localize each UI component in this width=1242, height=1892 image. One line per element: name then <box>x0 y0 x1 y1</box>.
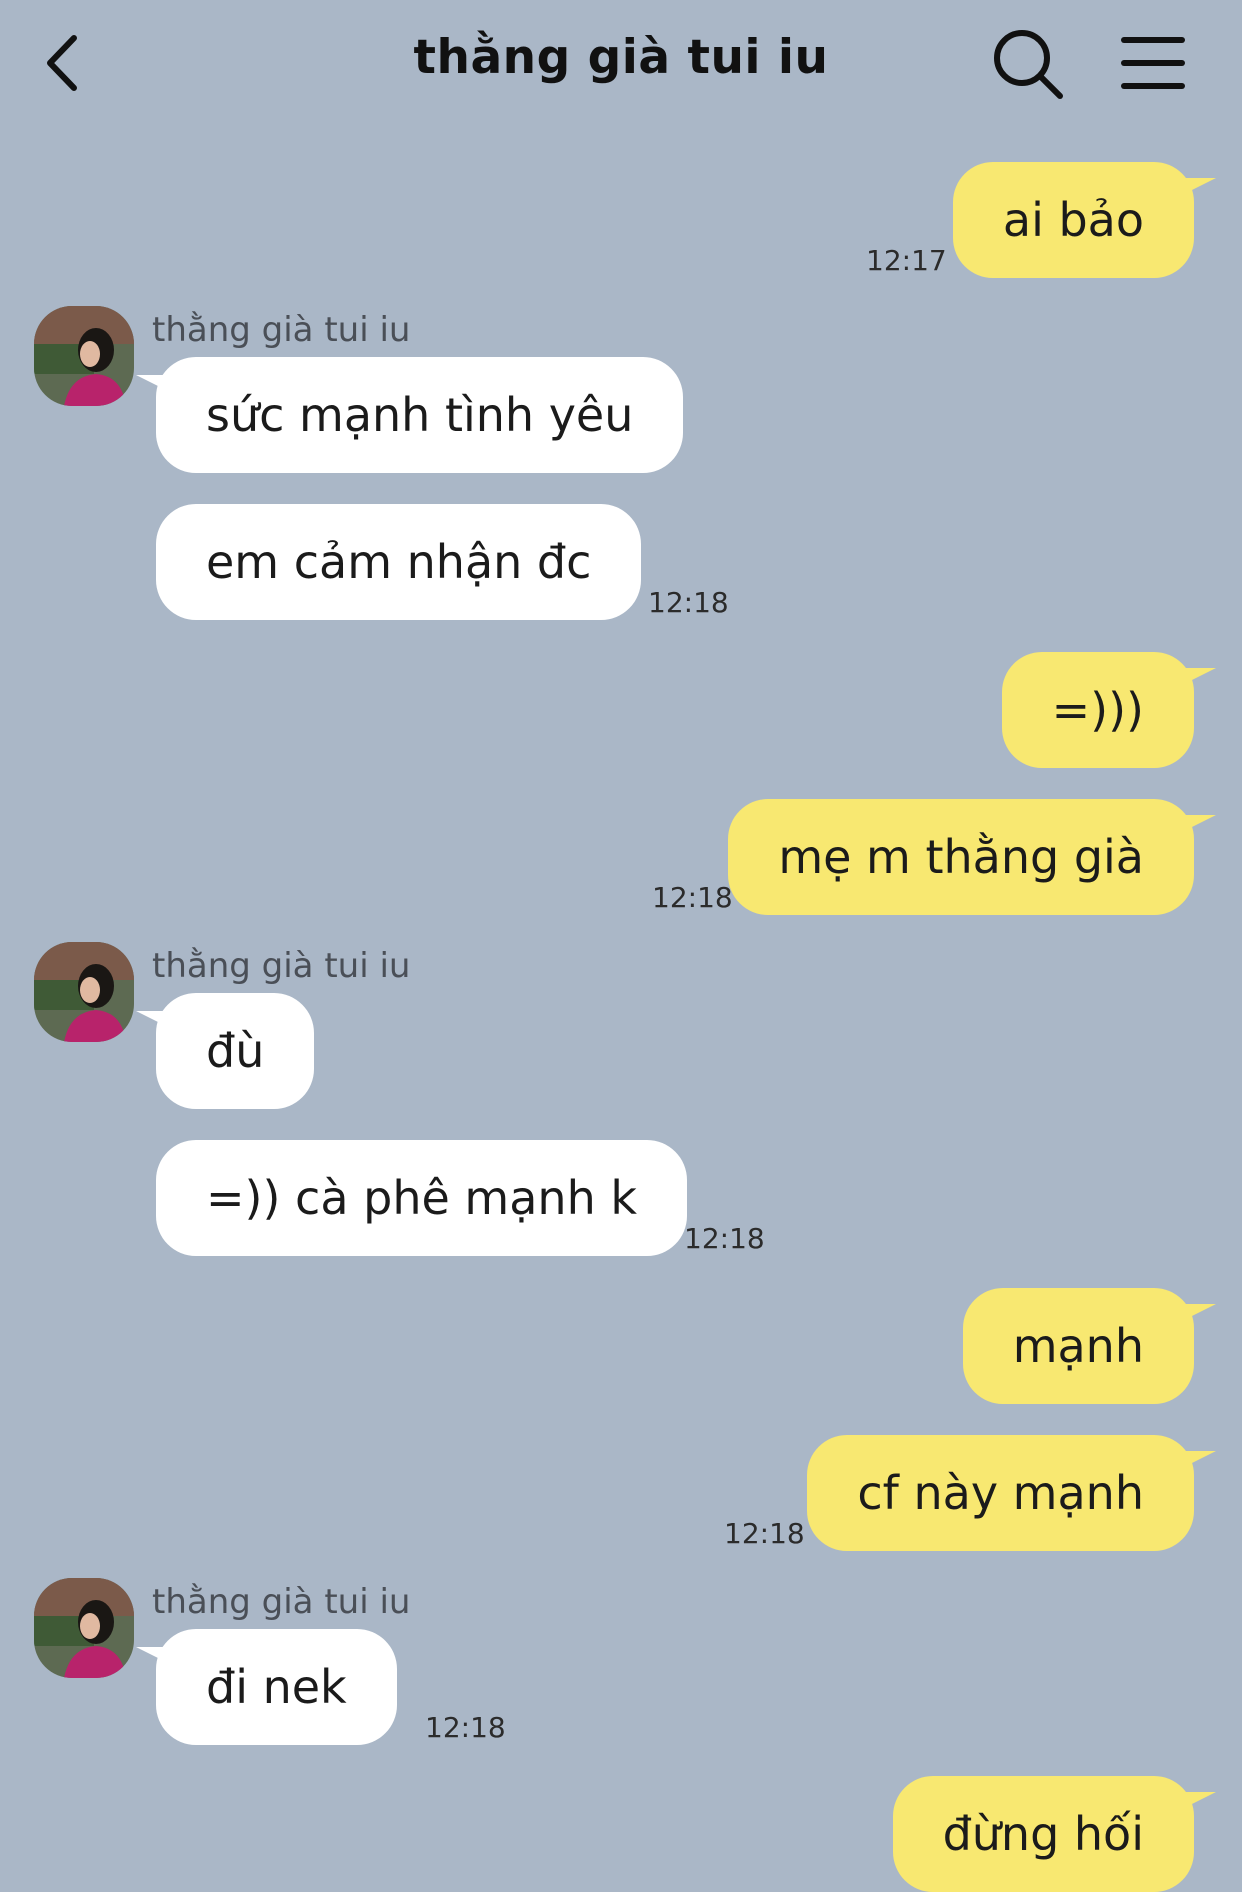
avatar-photo <box>34 942 134 1042</box>
contact-avatar[interactable] <box>34 306 134 406</box>
chat-screen: thằng già tui iu ai bảo 12:17 thằng già … <box>0 0 1242 1892</box>
avatar-photo <box>34 306 134 406</box>
menu-button[interactable] <box>1118 32 1188 94</box>
message-time: 12:18 <box>724 1517 805 1550</box>
outgoing-message[interactable]: mạnh <box>962 1288 1217 1404</box>
outgoing-message[interactable]: mẹ m thằng già <box>728 799 1216 915</box>
message-time: 12:18 <box>652 881 733 914</box>
message-time: 12:18 <box>684 1222 765 1255</box>
sender-name: thằng già tui iu <box>152 1582 411 1622</box>
outgoing-message[interactable]: ai bảo <box>952 162 1217 278</box>
avatar-photo <box>34 1578 134 1678</box>
contact-avatar[interactable] <box>34 1578 134 1678</box>
message-time: 12:18 <box>648 586 729 619</box>
chat-header: thằng già tui iu <box>0 0 1242 130</box>
outgoing-message[interactable]: cf này mạnh <box>807 1435 1216 1551</box>
search-icon <box>994 30 1063 99</box>
sender-name: thằng già tui iu <box>152 310 411 350</box>
message-time: 12:18 <box>425 1711 506 1744</box>
incoming-message[interactable]: em cảm nhận đc <box>156 504 642 620</box>
incoming-message[interactable]: =)) cà phê mạnh k <box>156 1140 688 1256</box>
outgoing-message[interactable]: đừng hối <box>892 1776 1217 1892</box>
search-button[interactable] <box>990 26 1066 102</box>
hamburger-menu-icon <box>1121 37 1185 89</box>
outgoing-message[interactable]: =))) <box>1001 652 1217 768</box>
message-time: 12:17 <box>866 244 947 277</box>
incoming-message[interactable]: đi nek <box>136 1629 397 1745</box>
contact-avatar[interactable] <box>34 942 134 1042</box>
incoming-message[interactable]: đù <box>135 993 315 1109</box>
incoming-message[interactable]: sức mạnh tình yêu <box>135 357 684 473</box>
sender-name: thằng già tui iu <box>152 946 411 986</box>
